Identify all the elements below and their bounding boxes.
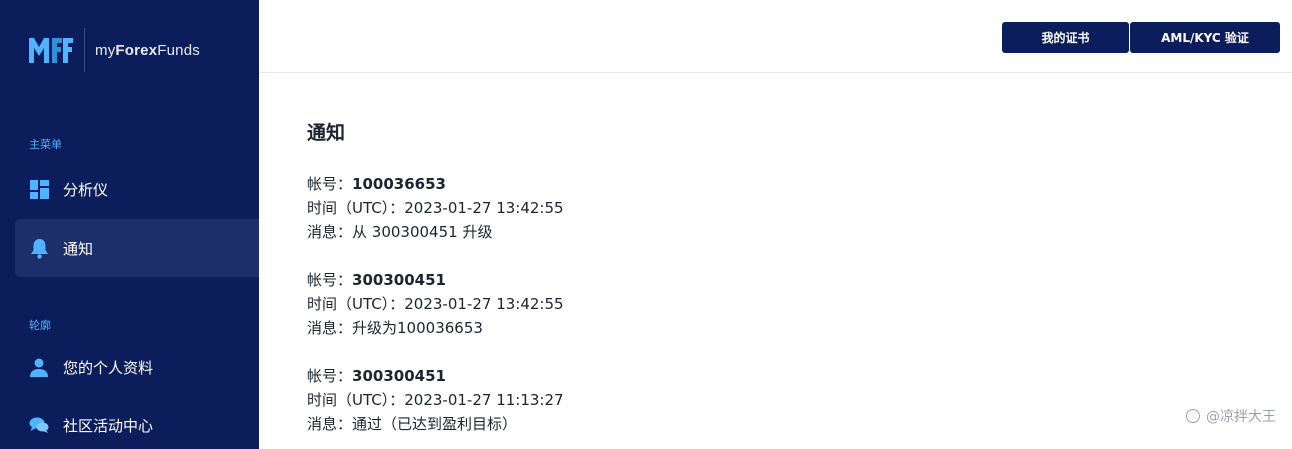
notification-item: 帐号：100036653 时间（UTC）：2023-01-27 13:42:55…	[307, 172, 1107, 244]
app-root: myForexFunds 主菜单 分析仪 通知 轮廓 您的个人资料 社区活动中心…	[0, 0, 1292, 449]
notifications-panel: 通知 帐号：100036653 时间（UTC）：2023-01-27 13:42…	[307, 118, 1107, 449]
message-text: 通过（已达到盈利目标）	[352, 415, 518, 433]
logo-divider	[84, 28, 85, 72]
account-line: 帐号：300300451	[307, 367, 446, 385]
brand-logo[interactable]: myForexFunds	[28, 28, 200, 72]
sidebar-item-label: 分析仪	[63, 180, 109, 199]
page-title: 通知	[307, 122, 346, 144]
account-line: 帐号：300300451	[307, 271, 446, 289]
my-certificates-button[interactable]: 我的证书	[1002, 22, 1129, 53]
brand-name: myForexFunds	[95, 41, 200, 59]
message-line: 消息：从 300300451 升级	[307, 223, 493, 241]
sidebar-item-label: 您的个人资料	[63, 358, 154, 377]
sidebar-item-label: 通知	[63, 239, 94, 258]
account-number: 100036653	[352, 175, 446, 193]
message-text: 从 300300451 升级	[352, 223, 493, 241]
sidebar: myForexFunds 主菜单 分析仪 通知 轮廓 您的个人资料 社区活动中心	[0, 0, 259, 449]
section-label-profile: 轮廓	[29, 319, 51, 332]
account-number: 300300451	[352, 271, 446, 289]
mff-logo-icon	[28, 34, 74, 66]
timestamp: 2023-01-27 11:13:27	[404, 391, 564, 409]
user-icon	[29, 357, 49, 377]
chat-icon	[29, 415, 49, 435]
message-line: 消息：升级为100036653	[307, 319, 483, 337]
account-number: 300300451	[352, 367, 446, 385]
time-line: 时间（UTC）：2023-01-27 11:13:27	[307, 391, 564, 409]
sidebar-item-profile[interactable]: 您的个人资料	[15, 338, 259, 396]
sidebar-item-community[interactable]: 社区活动中心	[15, 396, 259, 449]
time-line: 时间（UTC）：2023-01-27 13:42:55	[307, 295, 564, 313]
watermark-text: @凉拌大王	[1206, 409, 1276, 425]
aml-kyc-verification-button[interactable]: AML/KYC 验证	[1130, 22, 1280, 53]
message-line: 消息：通过（已达到盈利目标）	[307, 415, 518, 433]
message-text: 升级为100036653	[352, 319, 483, 337]
bell-icon	[29, 238, 49, 259]
section-label-main: 主菜单	[29, 138, 62, 151]
notification-item: 帐号：300300451 时间（UTC）：2023-01-27 13:42:55…	[307, 268, 1107, 340]
timestamp: 2023-01-27 13:42:55	[404, 295, 564, 313]
watermark: @凉拌大王	[1186, 406, 1276, 426]
account-line: 帐号：100036653	[307, 175, 446, 193]
sidebar-item-label: 社区活动中心	[63, 416, 154, 435]
timestamp: 2023-01-27 13:42:55	[404, 199, 564, 217]
top-bar: 我的证书 AML/KYC 验证	[259, 0, 1292, 73]
sidebar-item-notifications[interactable]: 通知	[15, 219, 259, 277]
sidebar-item-dashboard[interactable]: 分析仪	[15, 160, 259, 218]
watermark-logo-icon	[1186, 409, 1200, 423]
time-line: 时间（UTC）：2023-01-27 13:42:55	[307, 199, 564, 217]
notification-item: 帐号：300300451 时间（UTC）：2023-01-27 11:13:27…	[307, 364, 1107, 436]
dashboard-icon	[29, 179, 49, 199]
